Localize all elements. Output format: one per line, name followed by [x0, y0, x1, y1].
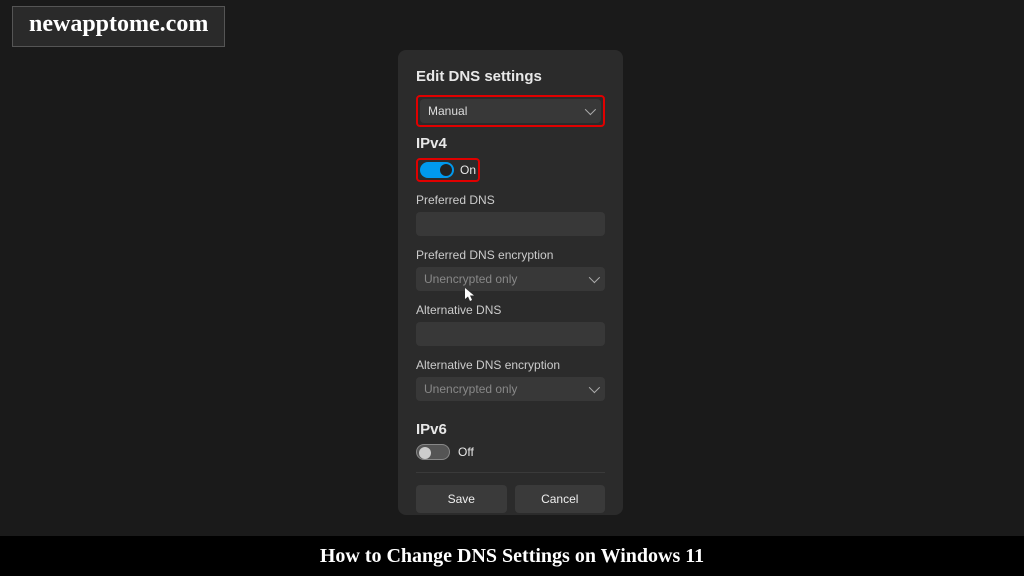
toggle-knob	[440, 164, 452, 176]
highlight-mode-dropdown: Manual	[416, 95, 605, 127]
preferred-dns-label: Preferred DNS	[416, 193, 605, 207]
alt-enc-label: Alternative DNS encryption	[416, 358, 605, 372]
ipv6-toggle-state: Off	[458, 445, 474, 459]
ipv4-toggle-state: On	[460, 163, 476, 177]
chevron-down-icon	[589, 272, 600, 283]
preferred-dns-input[interactable]	[416, 212, 605, 236]
ipv6-section-label: IPv6	[416, 421, 605, 438]
alt-enc-value: Unencrypted only	[424, 382, 517, 396]
edit-dns-dialog: Edit DNS settings Manual IPv4 On Preferr…	[398, 50, 623, 515]
ipv6-toggle[interactable]	[416, 444, 450, 460]
dns-mode-dropdown[interactable]: Manual	[420, 99, 601, 123]
ipv4-section-label: IPv4	[416, 135, 605, 152]
footer-caption: How to Change DNS Settings on Windows 11	[0, 536, 1024, 576]
dialog-title: Edit DNS settings	[416, 68, 605, 85]
preferred-enc-label: Preferred DNS encryption	[416, 248, 605, 262]
dns-mode-value: Manual	[428, 104, 467, 118]
save-button[interactable]: Save	[416, 485, 507, 513]
toggle-knob	[419, 447, 431, 459]
ipv4-toggle[interactable]	[420, 162, 454, 178]
watermark-banner: newapptome.com	[12, 6, 225, 47]
chevron-down-icon	[585, 104, 596, 115]
alt-enc-dropdown[interactable]: Unencrypted only	[416, 377, 605, 401]
cancel-button[interactable]: Cancel	[515, 485, 606, 513]
highlight-ipv4-toggle: On	[416, 158, 480, 182]
preferred-enc-value: Unencrypted only	[424, 272, 517, 286]
preferred-enc-dropdown[interactable]: Unencrypted only	[416, 267, 605, 291]
chevron-down-icon	[589, 382, 600, 393]
alt-dns-label: Alternative DNS	[416, 303, 605, 317]
dialog-button-row: Save Cancel	[416, 472, 605, 513]
alt-dns-input[interactable]	[416, 322, 605, 346]
